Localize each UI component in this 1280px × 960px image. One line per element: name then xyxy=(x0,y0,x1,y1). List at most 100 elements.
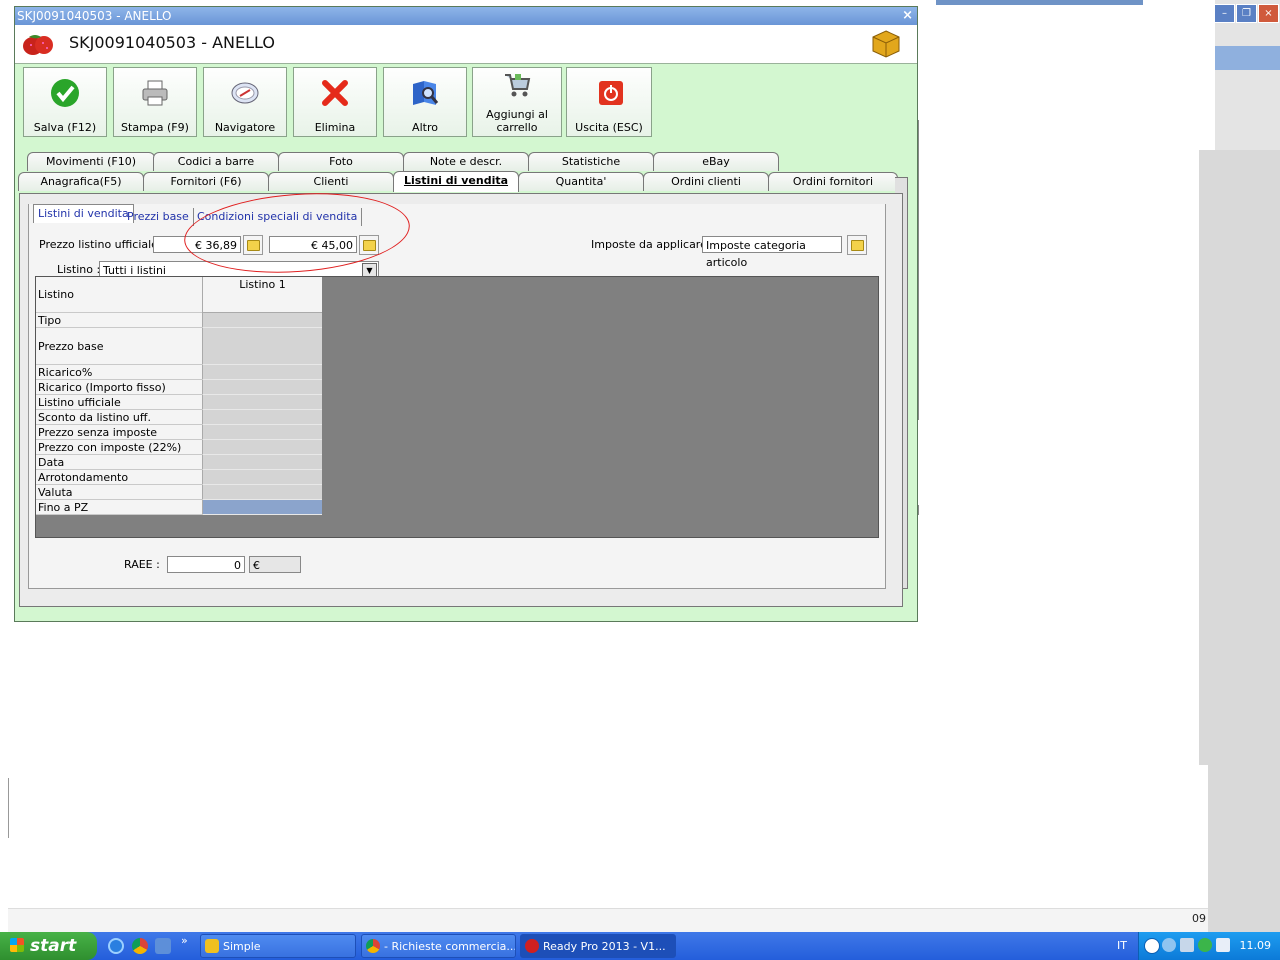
task-simple[interactable]: Simple xyxy=(200,934,356,958)
subtab-listini-di-vendita[interactable]: Listini di vendita xyxy=(33,204,134,223)
grid-cell[interactable] xyxy=(202,313,322,328)
restore-icon[interactable]: ❐ xyxy=(1236,4,1257,23)
navigator-button-label: Navigatore xyxy=(214,121,276,134)
grid-cell[interactable] xyxy=(202,485,322,500)
more-button[interactable]: Altro xyxy=(383,67,467,137)
close-icon[interactable]: × xyxy=(902,7,913,25)
raee-currency-field: € xyxy=(249,556,301,573)
windows-logo-icon xyxy=(10,938,24,952)
background-window-column xyxy=(1199,150,1280,765)
tab-anagrafica[interactable]: Anagrafica(F5) xyxy=(18,172,144,191)
start-label: start xyxy=(30,936,77,956)
background-status-text: 09 xyxy=(1192,912,1206,925)
strawberry-logo-icon xyxy=(23,35,53,55)
tab-fornitori[interactable]: Fornitori (F6) xyxy=(143,172,269,191)
exit-button-label: Uscita (ESC) xyxy=(575,121,643,134)
grid-row-label: Prezzo base xyxy=(36,328,202,365)
save-button-label: Salva (F12) xyxy=(33,121,97,134)
display-icon[interactable] xyxy=(1180,938,1194,952)
raee-field[interactable]: 0 xyxy=(167,556,245,573)
print-button-label: Stampa (F9) xyxy=(121,121,189,134)
background-status-bar xyxy=(8,908,1208,933)
cart-icon xyxy=(505,74,531,97)
tab-listini-di-vendita[interactable]: Listini di vendita xyxy=(393,171,519,192)
package-icon[interactable] xyxy=(871,29,901,59)
tab-note-e-descr[interactable]: Note e descr. xyxy=(403,152,529,171)
grid-column-header[interactable]: Listino 1 xyxy=(202,277,322,313)
tab-movimenti[interactable]: Movimenti (F10) xyxy=(27,152,155,171)
imposte-field[interactable]: Imposte categoria articolo xyxy=(702,236,842,269)
chrome-icon xyxy=(366,939,380,953)
grid-cell-selected[interactable] xyxy=(202,500,322,515)
add-to-cart-button[interactable]: Aggiungi al carrello xyxy=(472,67,562,137)
minimize-icon[interactable]: – xyxy=(1214,4,1235,23)
grid-row-label: Prezzo con imposte (22%) xyxy=(36,440,202,455)
price-list-grid: Listino Listino 1 Tipo Prezzo base Ricar… xyxy=(35,276,879,538)
delete-x-icon xyxy=(322,80,348,106)
language-indicator[interactable]: IT xyxy=(1117,932,1127,960)
grid-cell[interactable] xyxy=(202,455,322,470)
tab-statistiche[interactable]: Statistiche xyxy=(528,152,654,171)
tab-clienti[interactable]: Clienti xyxy=(268,172,394,191)
task-ready-pro[interactable]: Ready Pro 2013 - V1... xyxy=(520,934,676,958)
printer-icon xyxy=(142,80,168,106)
window-header: SKJ0091040503 - ANELLO xyxy=(15,25,917,64)
strawberry-icon xyxy=(525,939,539,953)
grid-cell[interactable] xyxy=(202,425,322,440)
tab-codici-a-barre[interactable]: Codici a barre xyxy=(153,152,279,171)
grid-cell[interactable] xyxy=(202,365,322,380)
navigator-button[interactable]: Navigatore xyxy=(203,67,287,137)
task-chrome[interactable]: - Richieste commercia... xyxy=(361,934,516,958)
magnifier-book-icon xyxy=(413,81,439,105)
background-window-column-lower xyxy=(1208,765,1280,935)
exit-button[interactable]: Uscita (ESC) xyxy=(566,67,652,137)
tab-ordini-fornitori[interactable]: Ordini fornitori xyxy=(768,172,898,191)
compass-icon xyxy=(231,82,259,104)
grid-cell[interactable] xyxy=(202,440,322,455)
tab-foto[interactable]: Foto xyxy=(278,152,404,171)
grid-row-label: Sconto da listino uff. xyxy=(36,410,202,425)
add-to-cart-button-label: Aggiungi al carrello xyxy=(486,108,548,134)
page-title: SKJ0091040503 - ANELLO xyxy=(69,33,275,52)
monitor-icon[interactable] xyxy=(1216,938,1230,952)
check-icon xyxy=(51,79,79,107)
window-title: SKJ0091040503 - ANELLO xyxy=(17,9,172,23)
grid-row-label: Valuta xyxy=(36,485,202,500)
prezzo-listino-label: Prezzo listino ufficiale : xyxy=(39,238,166,251)
delete-button[interactable]: Elimina xyxy=(293,67,377,137)
grid-row-label: Fino a PZ xyxy=(36,500,202,515)
task-label: Simple xyxy=(223,940,261,953)
folder-icon[interactable] xyxy=(847,235,867,255)
grid-row-label: Listino ufficiale xyxy=(36,395,202,410)
grid-cell[interactable] xyxy=(202,410,322,425)
tab-ordini-clienti[interactable]: Ordini clienti xyxy=(643,172,769,191)
close-icon[interactable]: × xyxy=(1258,4,1279,23)
tab-ebay[interactable]: eBay xyxy=(653,152,779,171)
article-window: SKJ0091040503 - ANELLO × SKJ0091040503 -… xyxy=(14,6,918,622)
app-icon xyxy=(205,939,219,953)
start-button[interactable]: start xyxy=(0,932,97,960)
quick-launch-more-icon[interactable]: » xyxy=(181,934,188,947)
save-button[interactable]: Salva (F12) xyxy=(23,67,107,137)
chrome-icon[interactable] xyxy=(132,938,148,954)
background-window-bar xyxy=(936,0,1143,5)
grid-cell[interactable] xyxy=(202,395,322,410)
tray-arrow-icon[interactable] xyxy=(1144,938,1160,954)
tab-quantita[interactable]: Quantita' xyxy=(518,172,644,191)
grid-row-label: Data xyxy=(36,455,202,470)
grid-row-header: Listino xyxy=(36,277,202,313)
grid-row-label: Arrotondamento xyxy=(36,470,202,485)
security-icon[interactable] xyxy=(1198,938,1212,952)
quick-launch-icon[interactable] xyxy=(155,938,171,954)
clock[interactable]: 11.09 xyxy=(1240,932,1272,960)
more-button-label: Altro xyxy=(412,121,438,134)
grid-cell[interactable] xyxy=(202,470,322,485)
background-window-controls: – ❐ × xyxy=(1214,4,1280,24)
print-button[interactable]: Stampa (F9) xyxy=(113,67,197,137)
network-icon[interactable] xyxy=(1162,938,1176,952)
grid-cell[interactable] xyxy=(202,380,322,395)
grid-cell[interactable] xyxy=(202,328,322,365)
ie-icon[interactable] xyxy=(108,938,124,954)
subtab-prezzi-base[interactable]: Prezzi base xyxy=(123,208,194,226)
grid-row-label: Prezzo senza imposte xyxy=(36,425,202,440)
